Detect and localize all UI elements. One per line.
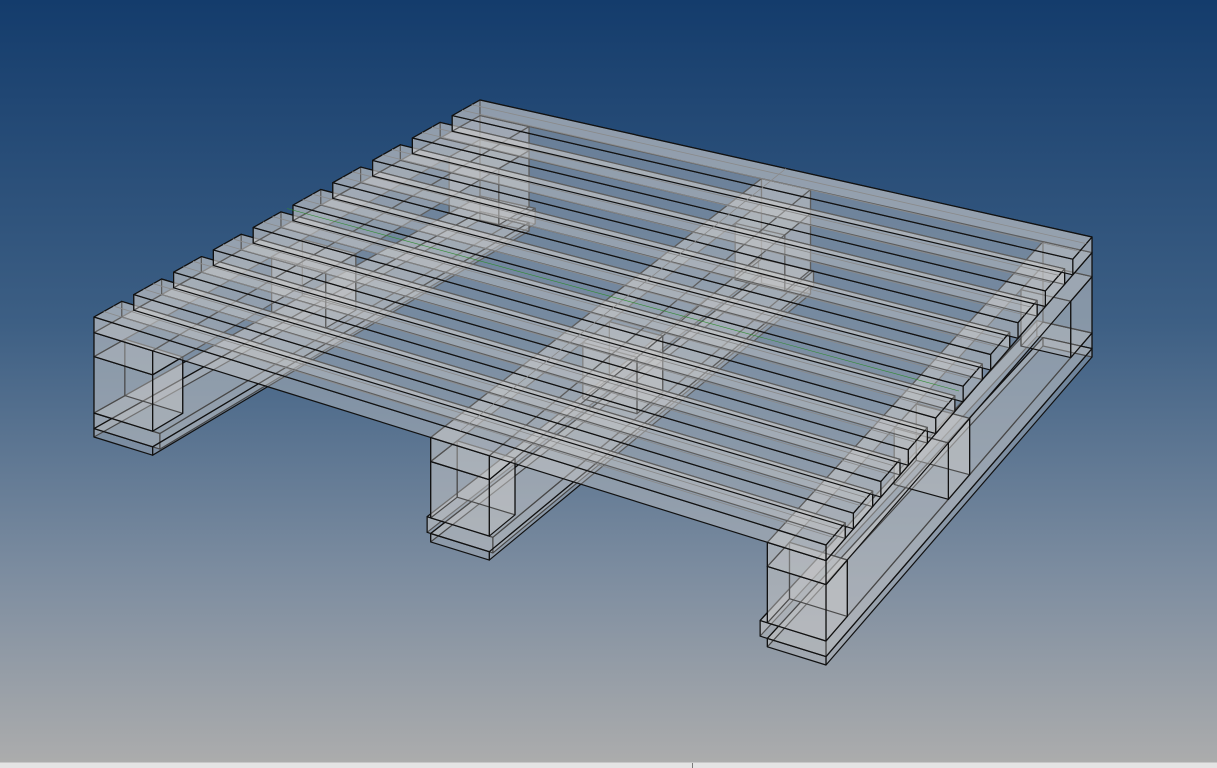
- 3d-viewport[interactable]: [0, 0, 1217, 768]
- status-strip: [0, 762, 1217, 768]
- viewport-canvas[interactable]: [0, 0, 1217, 768]
- ruler-tick: [692, 763, 693, 768]
